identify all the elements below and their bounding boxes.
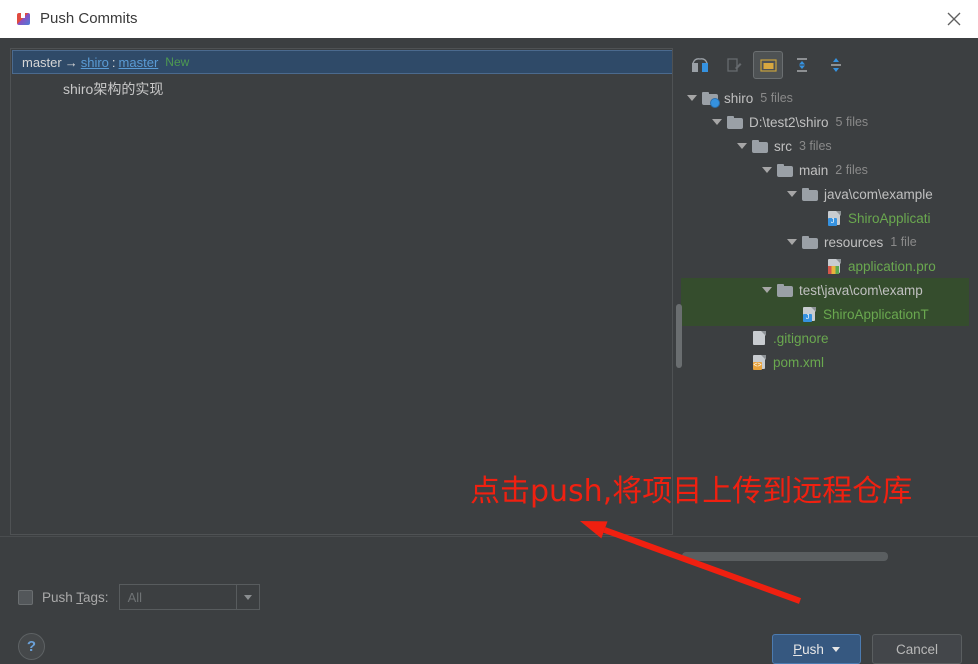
changed-files-tree[interactable]: shiro 5 files D:\test2\shiro 5 files src 3 fi… <box>681 86 969 518</box>
java-file-icon: J <box>827 210 842 226</box>
folder-icon <box>777 163 793 177</box>
tree-horizontal-scrollbar-thumb[interactable] <box>682 552 888 561</box>
changed-files-panel: shiro 5 files D:\test2\shiro 5 files src 3 fi… <box>681 48 969 535</box>
new-branch-badge: New <box>165 55 190 69</box>
collapse-all-icon[interactable] <box>821 51 851 79</box>
tree-row[interactable]: <> pom.xml <box>681 350 969 374</box>
folder-icon <box>777 283 793 297</box>
push-tags-label: Push Tags: <box>42 590 109 605</box>
tree-row-label: application.pro <box>848 258 936 274</box>
chevron-down-icon[interactable] <box>737 143 747 149</box>
tree-row-label: main <box>799 162 829 178</box>
local-branch-label: master <box>22 54 62 70</box>
push-button-accel: P <box>793 641 803 657</box>
chevron-down-icon[interactable] <box>762 167 772 173</box>
folder-icon <box>802 235 818 249</box>
tree-row-label: shiro <box>724 90 754 106</box>
tree-row-label: ShiroApplicationT <box>823 306 929 322</box>
text-file-icon <box>752 330 767 346</box>
tree-row-label: test\java\com\examp <box>799 282 923 298</box>
tree-row-label: D:\test2\shiro <box>749 114 829 130</box>
push-button-label: ush <box>802 641 824 657</box>
java-file-icon: J <box>802 306 817 322</box>
commit-branch-header-row[interactable]: master → shiro : master New <box>12 50 672 74</box>
push-dropdown-arrow-icon[interactable] <box>831 646 840 652</box>
branch-arrow-icon: → <box>64 54 78 70</box>
tree-row[interactable]: J ShiroApplicati <box>681 206 969 230</box>
commits-panel[interactable]: master → shiro : master New shiro架构的实现 <box>10 48 673 535</box>
chevron-down-icon[interactable] <box>235 585 259 609</box>
window-title-bar: Push Commits <box>0 0 978 39</box>
push-tags-label-prefix: Push <box>42 589 77 605</box>
tree-row[interactable]: .gitignore <box>681 326 969 350</box>
push-tags-row: Push Tags: All <box>18 584 260 610</box>
tree-row-file-count: 1 file <box>890 235 917 249</box>
module-folder-icon <box>702 91 720 108</box>
tree-row-file-count: 5 files <box>835 115 869 129</box>
dialog-body: master → shiro : master New shiro架构的实现 s… <box>0 38 978 664</box>
push-button[interactable]: Push <box>772 634 861 664</box>
group-by-directory-icon[interactable] <box>753 51 783 79</box>
folder-icon <box>752 139 768 153</box>
chevron-down-icon[interactable] <box>762 287 772 293</box>
commit-message[interactable]: shiro架构的实现 <box>63 79 163 99</box>
tree-row-label: pom.xml <box>773 354 825 370</box>
properties-file-icon <box>827 258 842 274</box>
bottom-divider <box>0 536 978 537</box>
tree-row[interactable]: java\com\example <box>681 182 969 206</box>
tree-row[interactable]: application.pro <box>681 254 969 278</box>
tree-row-file-count: 2 files <box>835 163 868 177</box>
tree-row-file-count: 3 files <box>799 139 832 153</box>
remote-branch-link[interactable]: master <box>119 55 159 70</box>
folder-icon <box>727 115 743 129</box>
chevron-down-icon[interactable] <box>787 191 797 197</box>
folder-icon <box>802 187 818 201</box>
push-tags-checkbox[interactable] <box>18 589 33 605</box>
tree-row[interactable]: resources 1 file <box>681 230 969 254</box>
tree-row-label: java\com\example <box>824 186 933 202</box>
push-tags-value: All <box>127 589 143 605</box>
changes-toolbar <box>681 48 969 82</box>
tree-row[interactable]: J ShiroApplicationT <box>681 302 969 326</box>
edit-source-icon[interactable] <box>719 51 749 79</box>
tree-row[interactable]: test\java\com\examp <box>681 278 969 302</box>
tree-row[interactable]: shiro 5 files <box>681 86 969 110</box>
help-button[interactable]: ? <box>18 633 45 660</box>
tree-row[interactable]: D:\test2\shiro 5 files <box>681 110 969 134</box>
tree-horizontal-scrollbar[interactable] <box>681 550 969 562</box>
tree-vertical-scrollbar[interactable] <box>676 304 682 368</box>
remote-link[interactable]: shiro <box>81 55 109 70</box>
push-tags-select[interactable]: All <box>118 584 260 610</box>
xml-file-icon: <> <box>752 354 767 370</box>
intellij-idea-icon <box>16 11 32 27</box>
chevron-down-icon[interactable] <box>712 119 722 125</box>
chevron-down-icon[interactable] <box>787 239 797 245</box>
expand-all-icon[interactable] <box>787 51 817 79</box>
tree-row[interactable]: main 2 files <box>681 158 969 182</box>
tree-row-label: resources <box>824 234 884 250</box>
push-tags-label-suffix: ags: <box>83 589 109 605</box>
tree-row-label: ShiroApplicati <box>848 210 931 226</box>
tree-row[interactable]: src 3 files <box>681 134 969 158</box>
chevron-down-icon[interactable] <box>687 95 697 101</box>
branch-separator: : <box>111 54 116 70</box>
tree-row-label: .gitignore <box>773 330 829 346</box>
tree-row-file-count: 5 files <box>760 91 793 105</box>
cancel-button[interactable]: Cancel <box>872 634 962 664</box>
window-title: Push Commits <box>40 10 138 27</box>
tree-row-label: src <box>774 138 792 154</box>
show-diff-icon[interactable] <box>685 51 715 79</box>
close-icon[interactable] <box>932 0 978 37</box>
